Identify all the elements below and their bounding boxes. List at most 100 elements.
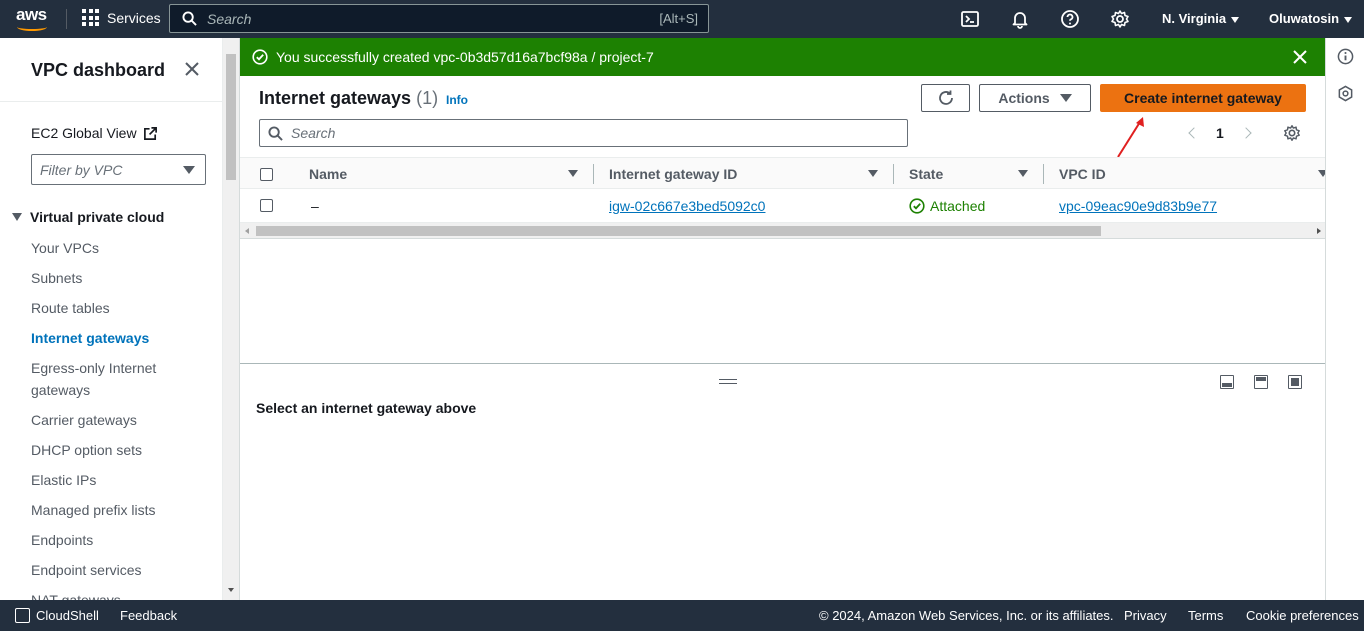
scrollbar-thumb[interactable] [256,226,1101,236]
refresh-button[interactable] [921,84,970,112]
copyright-text: © 2024, Amazon Web Services, Inc. or its… [819,608,1114,623]
table-preferences-gear-icon[interactable] [1283,124,1301,142]
actions-label: Actions [998,90,1050,106]
tools-rail [1325,38,1364,600]
page-title-text: Internet gateways [259,88,412,108]
sidebar-scrollbar[interactable] [223,38,239,600]
split-side-icon[interactable] [1254,375,1268,389]
nav-divider [66,9,67,29]
feedback-link[interactable]: Feedback [120,608,177,623]
region-selector[interactable]: N. Virginia [1162,11,1240,26]
top-navigation-bar: aws Services Search [Alt+S] N. Virginia … [0,0,1364,38]
column-header-vpc-id[interactable]: VPC ID [1059,158,1106,190]
sidebar-item-carrier-gateways[interactable]: Carrier gateways [31,409,181,431]
split-full-icon[interactable] [1288,375,1302,389]
help-icon[interactable] [1060,9,1080,29]
footer: CloudShell Feedback © 2024, Amazon Web S… [0,600,1364,631]
horizontal-scrollbar[interactable] [240,222,1326,238]
side-navigation: VPC dashboard EC2 Global View Filter by … [0,38,223,600]
sidebar-item-managed-prefix-lists[interactable]: Managed prefix lists [31,499,181,521]
notifications-bell-icon[interactable] [1010,9,1030,29]
cookie-preferences-link[interactable]: Cookie preferences [1246,608,1359,623]
sidebar-item-endpoint-services[interactable]: Endpoint services [31,559,181,581]
cell-vpc-id-link[interactable]: vpc-09eac90e9d83b9e77 [1059,189,1217,222]
scrollbar-thumb[interactable] [226,54,236,180]
chevron-right-icon[interactable] [1240,127,1252,139]
current-page-number[interactable]: 1 [1216,125,1224,141]
sidebar-item-subnets[interactable]: Subnets [31,267,181,289]
create-internet-gateway-button[interactable]: Create internet gateway [1100,84,1306,112]
sidebar-title[interactable]: VPC dashboard [31,60,165,81]
sidebar-item-route-tables[interactable]: Route tables [31,297,181,319]
external-link-icon [143,126,157,140]
sort-icon[interactable] [868,170,878,177]
services-grid-icon [82,9,99,26]
aws-logo[interactable]: aws [16,6,50,32]
sidebar-item-dhcp-option-sets[interactable]: DHCP option sets [31,439,181,461]
section-label: Virtual private cloud [30,209,165,225]
services-menu-button[interactable]: Services [82,9,161,26]
scroll-left-arrow-icon[interactable] [245,228,249,234]
filter-by-vpc-placeholder: Filter by VPC [40,161,123,178]
sidebar-item-nat-gateways[interactable]: NAT gateways [31,589,181,600]
split-panel-resize-handle[interactable] [719,379,737,384]
section-virtual-private-cloud[interactable]: Virtual private cloud [12,209,164,225]
info-icon[interactable] [1337,48,1354,65]
global-search-input[interactable]: Search [Alt+S] [169,4,709,33]
cloudshell-icon[interactable] [15,608,30,623]
close-icon[interactable] [183,60,201,78]
search-shortcut: [Alt+S] [659,11,698,26]
icon-fill [1222,383,1232,387]
page-title: Internet gateways (1) [259,88,438,109]
cell-internet-gateway-id-link[interactable]: igw-02c667e3bed5092c0 [609,189,765,222]
cloudshell-link[interactable]: CloudShell [36,608,99,623]
chevron-down-icon [1344,16,1353,23]
details-empty-text: Select an internet gateway above [256,400,477,416]
column-header-state[interactable]: State [909,158,943,190]
ec2-global-view-label: EC2 Global View [31,125,137,141]
table-row[interactable]: – igw-02c667e3bed5092c0 Attached vpc-09e… [240,189,1326,222]
sidebar-item-endpoints[interactable]: Endpoints [31,529,181,551]
sidebar-item-your-vpcs[interactable]: Your VPCs [31,237,181,259]
cell-name: – [311,197,319,214]
internet-gateways-table-panel: Internet gateways (1) Info Actions Creat… [240,38,1328,364]
terms-link[interactable]: Terms [1188,608,1223,623]
ec2-global-view-link[interactable]: EC2 Global View [31,125,158,141]
column-header-internet-gateway-id[interactable]: Internet gateway ID [609,158,737,190]
checkbox[interactable] [260,167,273,181]
column-resizer[interactable] [1043,164,1044,184]
expand-caret-icon [12,213,22,221]
refresh-icon [938,90,953,105]
select-all-checkbox[interactable] [260,158,273,190]
sidebar-item-egress-only-internet-gateways[interactable]: Egress-only Internet gateways [31,357,181,401]
checkbox[interactable] [260,199,273,212]
cloudshell-icon[interactable] [960,9,980,29]
scroll-right-arrow-icon[interactable] [1317,228,1321,234]
aws-logo-text: aws [16,5,47,24]
split-bottom-icon[interactable] [1220,375,1234,389]
scroll-down-arrow-icon[interactable] [228,588,234,592]
sort-icon[interactable] [1018,170,1028,177]
icon-fill [1291,378,1299,386]
pagination: 1 [1188,125,1252,141]
privacy-link[interactable]: Privacy [1124,608,1167,623]
table-bottom-divider [240,238,1326,239]
column-resizer[interactable] [893,164,894,184]
column-header-name[interactable]: Name [309,158,347,190]
search-icon [268,125,283,141]
column-resizer[interactable] [593,164,594,184]
cell-state: Attached [909,189,985,222]
sidebar-item-internet-gateways[interactable]: Internet gateways [31,327,181,349]
filter-by-vpc-select[interactable]: Filter by VPC [31,154,206,185]
row-select-checkbox[interactable] [260,189,273,222]
account-menu[interactable]: Oluwatosin [1269,11,1353,26]
whats-new-icon[interactable] [1337,85,1354,102]
sort-icon[interactable] [568,170,578,177]
actions-button[interactable]: Actions [979,84,1091,112]
sidebar-item-elastic-ips[interactable]: Elastic IPs [31,469,181,491]
settings-gear-icon[interactable] [1110,9,1130,29]
info-link[interactable]: Info [446,93,468,107]
table-header-row: Name Internet gateway ID State VPC ID [240,157,1328,190]
chevron-left-icon[interactable] [1188,127,1200,139]
table-search-input[interactable]: Search [259,119,908,147]
